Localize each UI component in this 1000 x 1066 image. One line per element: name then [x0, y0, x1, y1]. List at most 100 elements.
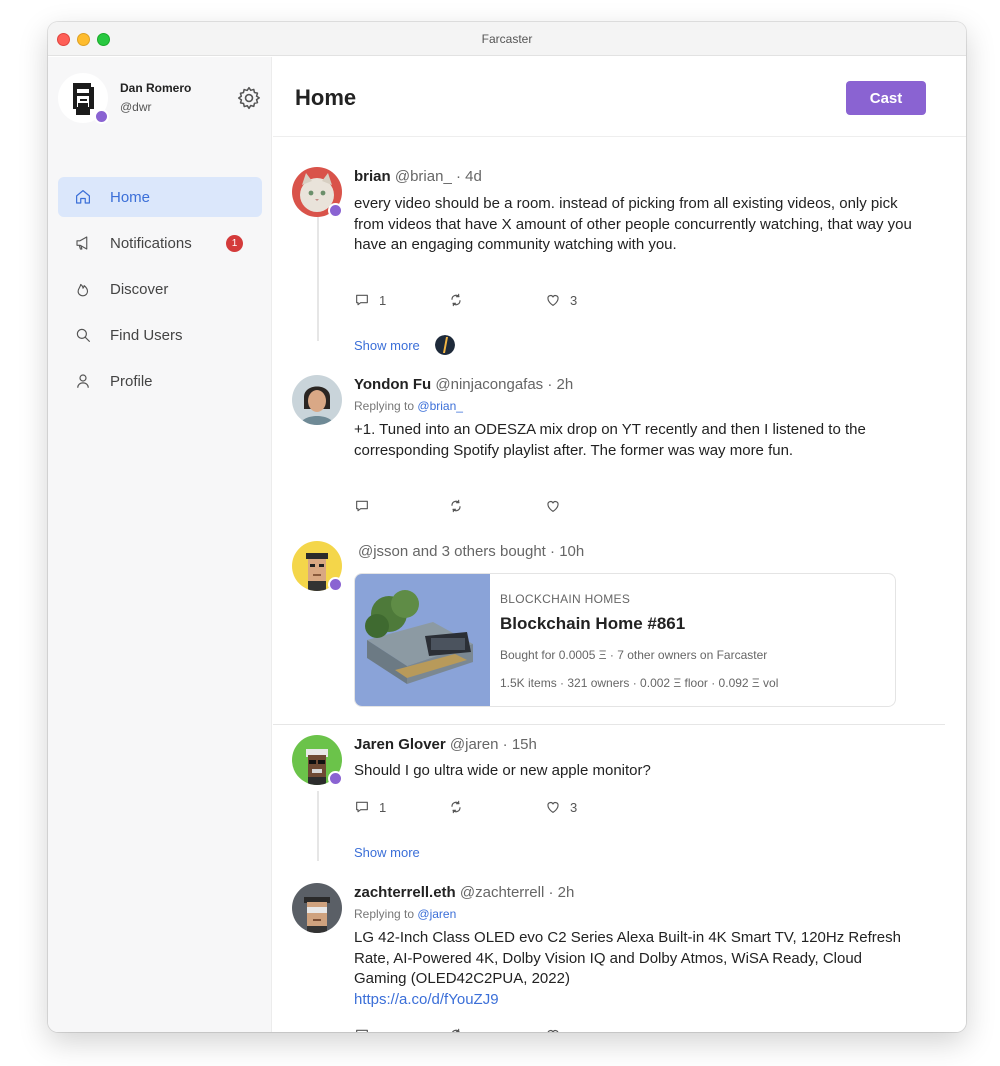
- post-time: · 2h: [548, 884, 575, 901]
- sidebar-item-profile[interactable]: Profile: [58, 361, 262, 401]
- main-feed-panel: Home Cast brian @brian_ · 4d every video…: [273, 57, 966, 1032]
- feed-header: Home Cast: [273, 57, 966, 137]
- reply-button[interactable]: 1: [354, 291, 386, 309]
- sidebar-item-notifications[interactable]: Notifications 1: [58, 223, 262, 263]
- like-button[interactable]: 3: [545, 798, 577, 816]
- like-count: 3: [570, 292, 578, 308]
- current-user: Dan Romero @dwr: [58, 73, 262, 129]
- recast-icon: [451, 800, 461, 814]
- like-button[interactable]: [545, 1026, 570, 1032]
- megaphone-icon: [76, 236, 88, 250]
- punk-avatar-icon: [292, 883, 342, 933]
- activity-text[interactable]: @jsson and 3 others bought: [358, 543, 546, 560]
- post-actions: 1 3: [354, 798, 654, 816]
- replying-to-handle[interactable]: @brian_: [417, 399, 463, 413]
- recast-button[interactable]: [448, 798, 473, 816]
- post-actions: 1 3: [354, 291, 654, 309]
- replying-to: Replying to @jaren: [354, 907, 456, 921]
- post-author-name[interactable]: brian: [354, 168, 391, 185]
- post-text: +1. Tuned into an ODESZA mix drop on YT …: [354, 421, 866, 459]
- activity-header: @jsson and 3 others bought · 10h: [358, 543, 584, 560]
- sidebar: Dan Romero @dwr Home Notifications 1 Dis…: [48, 57, 272, 1032]
- post-avatar[interactable]: [292, 883, 342, 933]
- nft-title: Blockchain Home #861: [500, 614, 686, 633]
- post-avatar[interactable]: [292, 375, 342, 425]
- reply-button[interactable]: [354, 497, 379, 515]
- nft-collection-name: BLOCKCHAIN HOMES: [500, 592, 631, 606]
- replying-to-handle[interactable]: @jaren: [417, 907, 456, 921]
- like-button[interactable]: [545, 497, 570, 515]
- post-actions: [354, 497, 654, 515]
- page-title: Home: [295, 85, 357, 110]
- post-text-body: LG 42-Inch Class OLED evo C2 Series Alex…: [354, 929, 901, 987]
- person-photo-avatar-icon: [292, 375, 342, 425]
- show-more-link[interactable]: Show more: [354, 845, 420, 860]
- post-avatar[interactable]: [292, 735, 343, 786]
- sidebar-item-home[interactable]: Home: [58, 177, 262, 217]
- post-text: LG 42-Inch Class OLED evo C2 Series Alex…: [354, 928, 914, 1010]
- recast-button[interactable]: [448, 497, 473, 515]
- sidebar-nav: Home Notifications 1 Discover Find Users…: [58, 177, 262, 407]
- post-author-name[interactable]: Jaren Glover: [354, 736, 446, 753]
- recast-button[interactable]: [448, 1026, 473, 1032]
- post-actions: [354, 1026, 654, 1032]
- person-icon: [77, 374, 89, 388]
- current-user-avatar[interactable]: [58, 73, 109, 124]
- recast-icon: [451, 499, 461, 513]
- participant-avatar-icon: [435, 335, 455, 355]
- sidebar-item-find-users[interactable]: Find Users: [58, 315, 262, 355]
- post-time: · 10h: [550, 543, 585, 560]
- reply-button[interactable]: 1: [354, 798, 386, 816]
- reply-count: 1: [379, 799, 387, 815]
- post-avatar[interactable]: [292, 541, 343, 592]
- comment-icon: [356, 801, 368, 813]
- post-author-name[interactable]: zachterrell.eth: [354, 884, 456, 901]
- sidebar-item-discover[interactable]: Discover: [58, 269, 262, 309]
- post-author-handle[interactable]: @ninjacongafas: [435, 376, 543, 393]
- sidebar-item-label: Discover: [110, 281, 169, 298]
- verified-badge-icon: [328, 203, 343, 218]
- post-time: · 2h: [547, 376, 574, 393]
- heart-icon: [547, 1030, 559, 1032]
- thread-participant-avatar: [435, 335, 455, 355]
- replying-to-prefix: Replying to: [354, 907, 415, 921]
- nft-house-image: [355, 574, 490, 706]
- heart-icon: [547, 802, 559, 813]
- like-count: 3: [570, 799, 578, 815]
- reply-count: 1: [379, 292, 387, 308]
- comment-icon: [356, 500, 368, 512]
- title-bar: Farcaster: [48, 22, 966, 56]
- recast-button[interactable]: [448, 291, 473, 309]
- post-author-handle[interactable]: @brian_: [395, 168, 452, 185]
- post-header: Yondon Fu @ninjacongafas · 2h: [354, 376, 573, 393]
- sidebar-item-label: Profile: [110, 373, 153, 390]
- nft-collection-stats: 1.5K items · 321 owners · 0.002 Ξ floor …: [500, 676, 779, 690]
- reply-button[interactable]: [354, 1026, 379, 1032]
- nft-card[interactable]: BLOCKCHAIN HOMES Blockchain Home #861 Bo…: [354, 573, 896, 707]
- like-button[interactable]: 3: [545, 291, 577, 309]
- post-avatar[interactable]: [292, 167, 343, 218]
- post-header: Jaren Glover @jaren · 15h: [354, 736, 537, 753]
- comment-icon: [356, 294, 368, 306]
- post-author-name[interactable]: Yondon Fu: [354, 376, 431, 393]
- post-author-handle[interactable]: @zachterrell: [460, 884, 544, 901]
- notification-count-badge: 1: [226, 235, 243, 252]
- user-handle: @dwr: [120, 100, 152, 114]
- thread-connector: [317, 211, 319, 341]
- home-icon: [76, 190, 90, 204]
- comment-icon: [356, 1029, 368, 1032]
- heart-icon: [547, 295, 559, 306]
- verified-badge-icon: [328, 771, 343, 786]
- show-more-link[interactable]: Show more: [354, 338, 420, 353]
- replying-to: Replying to @brian_: [354, 399, 463, 413]
- flame-icon: [77, 283, 89, 297]
- sidebar-item-label: Notifications: [110, 235, 192, 252]
- post-external-link[interactable]: https://a.co/d/fYouZJ9: [354, 991, 499, 1008]
- heart-icon: [547, 501, 559, 512]
- sidebar-item-label: Find Users: [110, 327, 183, 344]
- post-author-handle[interactable]: @jaren: [450, 736, 499, 753]
- gear-icon[interactable]: [236, 85, 262, 111]
- post-time: · 15h: [502, 736, 537, 753]
- cast-button[interactable]: Cast: [846, 81, 926, 115]
- verified-badge-icon: [94, 109, 109, 124]
